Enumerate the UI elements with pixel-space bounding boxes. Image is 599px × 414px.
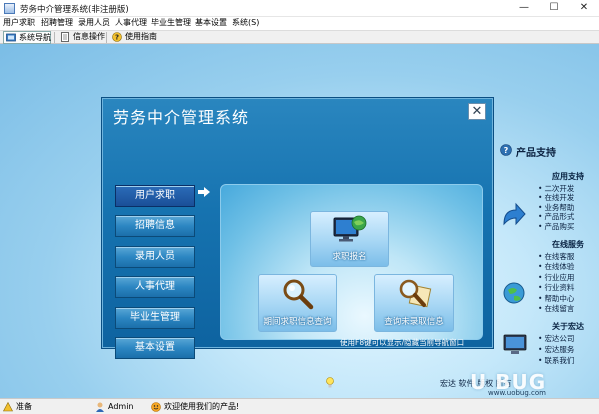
menu-item-basic-settings[interactable]: 基本设置 [195,17,227,30]
unhired-query-button[interactable]: 查询未录取信息 [374,274,454,332]
menu-item-system[interactable]: 系统(S) [232,17,259,30]
user-guide-button[interactable]: ? 使用指南 [110,31,157,44]
navigation-dialog: 劳务中介管理系统 ✕ 用户求职 招聘信息 录用人员 人事代理 毕业生管理 基本设… [101,97,494,388]
system-navigator-button[interactable]: 系统导航 [3,31,51,44]
side-link[interactable]: 联系我们 [538,355,574,366]
product-support-title: 产品支持 [516,148,556,159]
navigation-hint: 使用F8键可以显示/隐藏当前导航窗口 [340,338,465,347]
nav-button-basic-settings[interactable]: 基本设置 [115,337,195,359]
watermark-url: www.uobug.com [488,389,546,397]
side-link[interactable]: 宏达服务 [538,344,574,355]
side-link[interactable]: 在线体验 [538,261,574,272]
status-user: Admin [94,401,134,413]
title-bar: 劳务中介管理系统(非注册版) — ☐ ✕ [0,0,599,17]
info-operation-button[interactable]: 信息操作 [58,31,105,44]
user-icon [96,402,104,412]
side-link[interactable]: 宏达公司 [538,333,574,344]
menu-item-hr-agency[interactable]: 人事代理 [115,17,147,30]
forward-arrow-icon [503,202,526,226]
menu-bar: 用户求职 招聘管理 录用人员 人事代理 毕业生管理 基本设置 系统(S) [0,17,599,30]
computer-icon [503,334,527,354]
close-window-button[interactable]: ✕ [569,0,599,17]
menu-item-recruitment[interactable]: 招聘管理 [41,17,73,30]
monitor-globe-icon [333,215,367,242]
system-navigator-label: 系统导航 [19,33,51,42]
section-title-online-service: 在线服务 [552,240,584,249]
content-panel: 求职报名 期间求职信息查询 查询未录取信息 [220,184,483,340]
svg-text:?: ? [504,146,509,155]
job-register-button[interactable]: 求职报名 [310,211,389,267]
minimize-button[interactable]: — [509,0,539,17]
question-icon: ? [500,144,512,156]
dialog-title: 劳务中介管理系统 [113,108,250,127]
toolbar-separator [54,32,55,43]
ready-icon [3,402,13,412]
globe-icon [503,282,525,304]
side-link[interactable]: 产品购买 [538,221,574,232]
nav-button-recruitment-info[interactable]: 招聘信息 [115,215,195,237]
status-welcome-label: 欢迎使用我们的产品! [164,402,240,411]
search-document-icon [399,279,432,308]
period-query-button[interactable]: 期间求职信息查询 [258,274,337,332]
workspace: 劳务中介管理系统 ✕ 用户求职 招聘信息 录用人员 人事代理 毕业生管理 基本设… [0,44,599,398]
side-link[interactable]: 在线留言 [538,303,574,314]
side-link[interactable]: 行业资料 [538,282,574,293]
section-title-app-support: 应用支持 [552,172,584,181]
selected-arrow-icon [198,187,210,197]
menu-item-job-seeking[interactable]: 用户求职 [3,17,35,30]
svg-text:?: ? [115,34,119,42]
unhired-query-label: 查询未录取信息 [384,317,444,327]
app-icon [4,3,15,14]
dialog-close-button[interactable]: ✕ [468,103,486,120]
info-operation-label: 信息操作 [73,32,105,41]
welcome-icon [151,402,161,412]
menu-item-graduates[interactable]: 毕业生管理 [151,17,191,30]
maximize-button[interactable]: ☐ [539,0,569,17]
nav-button-hr-agency[interactable]: 人事代理 [115,276,195,298]
nav-button-hired-staff[interactable]: 录用人员 [115,246,195,268]
nav-button-graduates[interactable]: 毕业生管理 [115,307,195,329]
navigator-icon [6,33,16,42]
status-bar: 准备 Admin 欢迎使用我们的产品! [0,398,599,414]
section-title-about: 关于宏达 [552,322,584,331]
nav-button-job-seeking[interactable]: 用户求职 [115,185,195,207]
lightbulb-icon [326,377,334,388]
window-title: 劳务中介管理系统(非注册版) [20,5,129,15]
user-guide-label: 使用指南 [125,32,157,41]
help-icon: ? [112,32,122,42]
magnifier-icon [283,279,314,310]
product-support-header: ? 产品支持 [500,144,599,159]
status-user-label: Admin [108,402,134,411]
job-register-label: 求职报名 [332,252,367,262]
status-welcome: 欢迎使用我们的产品! [150,401,239,413]
toolbar-separator [106,32,107,43]
toolbar: 系统导航 信息操作 ? 使用指南 [0,30,599,44]
document-icon [61,32,69,42]
period-query-label: 期间求职信息查询 [263,317,332,327]
menu-item-hired-staff[interactable]: 录用人员 [78,17,110,30]
status-ready: 准备 [2,401,32,413]
status-ready-label: 准备 [16,402,32,411]
